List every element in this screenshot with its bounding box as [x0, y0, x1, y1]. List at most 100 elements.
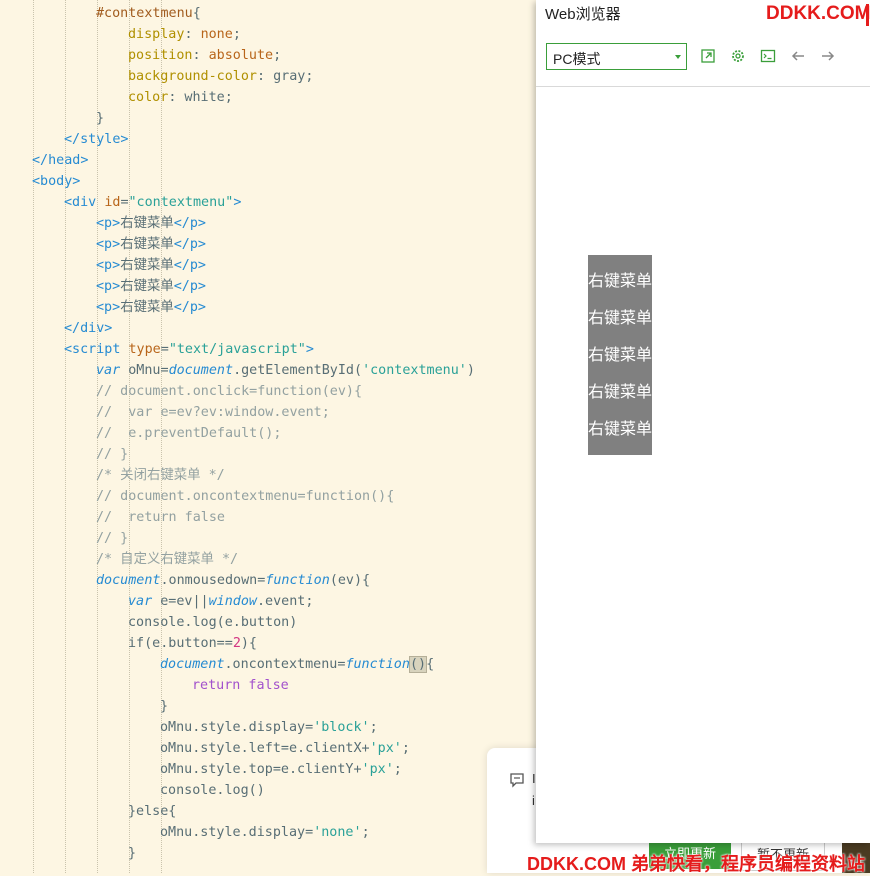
code-token: }else{ [128, 804, 177, 819]
code-line[interactable]: <div id="contextmenu"> [64, 192, 241, 213]
code-token: = [160, 342, 169, 357]
code-line[interactable]: <script type="text/javascript"> [64, 339, 314, 360]
code-token: e=ev|| [160, 594, 209, 609]
code-line[interactable]: display: none; [128, 24, 241, 45]
open-external-icon[interactable] [700, 48, 716, 64]
code-line[interactable]: } [160, 696, 168, 717]
code-token: id [104, 195, 121, 210]
mode-select[interactable]: PC模式 [546, 43, 687, 70]
code-token: // } [96, 447, 129, 462]
code-token: .event; [257, 594, 314, 609]
forward-arrow-icon[interactable] [820, 48, 836, 64]
code-line[interactable]: console.log() [160, 780, 265, 801]
code-token: ; [273, 48, 282, 63]
code-line[interactable]: </div> [64, 318, 112, 339]
code-token: > [233, 195, 242, 210]
code-token: } [96, 111, 105, 126]
code-token: ) [466, 363, 475, 378]
web-browser-panel: Web浏览器 PC模式 右键菜单 右键菜单 右键菜单 右键菜单 右键菜单 [536, 0, 870, 843]
code-token: window [208, 594, 257, 609]
settings-icon[interactable] [730, 48, 746, 64]
context-menu-item[interactable]: 右键菜单 [588, 309, 652, 329]
message-icon [510, 773, 524, 788]
code-token: absolute [208, 48, 274, 63]
code-line[interactable]: var e=ev||window.event; [128, 591, 313, 612]
code-token: document [96, 573, 161, 588]
code-token: color [128, 90, 169, 105]
code-editor[interactable]: #contextmenu{display: none; position: abs… [0, 0, 540, 873]
code-token: "contextmenu" [128, 195, 234, 210]
code-line[interactable]: var oMnu=document.getElementById('contex… [96, 360, 475, 381]
browser-viewport[interactable]: 右键菜单 右键菜单 右键菜单 右键菜单 右键菜单 [536, 87, 870, 843]
code-line[interactable]: oMnu.style.left=e.clientX+'px'; [160, 738, 410, 759]
code-line[interactable]: <p>右键菜单</p> [96, 255, 206, 276]
code-line[interactable]: <body> [32, 171, 80, 192]
code-token: <p> [96, 300, 121, 315]
console-icon[interactable] [760, 48, 776, 64]
code-line[interactable]: oMnu.style.display='block'; [160, 717, 378, 738]
code-line[interactable]: #contextmenu{ [96, 3, 201, 24]
code-token: > [305, 342, 314, 357]
code-token: </p> [173, 300, 206, 315]
code-token: <p> [96, 216, 121, 231]
context-menu-item[interactable]: 右键菜单 [588, 346, 652, 366]
code-line[interactable]: if(e.button==2){ [128, 633, 257, 654]
context-menu-item[interactable]: 右键菜单 [588, 272, 652, 292]
code-token: console.log(e.button) [128, 615, 298, 630]
context-menu-item[interactable]: 右键菜单 [588, 383, 652, 403]
code-line[interactable]: </style> [64, 129, 129, 150]
code-line[interactable]: /* 关闭右键菜单 */ [96, 465, 225, 486]
code-token: : white; [168, 90, 233, 105]
code-token: </p> [173, 216, 206, 231]
code-line[interactable]: // } [96, 528, 128, 549]
code-token: </head> [32, 153, 89, 168]
code-token: #contextmenu [96, 6, 193, 21]
code-token: </p> [173, 279, 206, 294]
code-token: : [184, 27, 201, 42]
code-token: none [200, 27, 233, 42]
code-token: "text/javascript" [168, 342, 306, 357]
code-token: position [128, 48, 193, 63]
code-token: 右键菜单 [120, 279, 174, 294]
context-menu: 右键菜单 右键菜单 右键菜单 右键菜单 右键菜单 [588, 255, 652, 455]
code-line[interactable]: background-color: gray; [128, 66, 313, 87]
code-line[interactable]: } [96, 108, 104, 129]
code-token: : gray; [257, 69, 314, 84]
code-line[interactable]: position: absolute; [128, 45, 281, 66]
code-line[interactable]: // var e=ev?ev:window.event; [96, 402, 330, 423]
context-menu-item[interactable]: 右键菜单 [588, 420, 652, 440]
code-line[interactable]: // document.oncontextmenu=function(){ [96, 486, 394, 507]
code-line[interactable]: // e.preventDefault(); [96, 423, 281, 444]
code-line[interactable]: oMnu.style.display='none'; [160, 822, 370, 843]
code-line[interactable]: oMnu.style.top=e.clientY+'px'; [160, 759, 402, 780]
code-line[interactable]: <p>右键菜单</p> [96, 213, 206, 234]
code-line[interactable]: }else{ [128, 801, 176, 822]
code-token: = [120, 195, 129, 210]
code-line[interactable]: // document.onclick=function(ev){ [96, 381, 362, 402]
code-line[interactable]: return false [192, 675, 289, 696]
code-line[interactable]: document.oncontextmenu=function(){ [160, 654, 434, 675]
code-line[interactable]: <p>右键菜单</p> [96, 297, 206, 318]
code-token: { [192, 6, 201, 21]
code-token: // document.onclick=function(ev){ [96, 384, 363, 399]
code-line[interactable]: </head> [32, 150, 88, 171]
code-line[interactable]: document.onmousedown=function(ev){ [96, 570, 370, 591]
code-token: document [160, 657, 225, 672]
code-line[interactable]: } [128, 843, 136, 864]
code-token: oMnu= [128, 363, 169, 378]
code-token: 'block' [313, 720, 370, 735]
code-line[interactable]: /* 自定义右键菜单 */ [96, 549, 238, 570]
back-arrow-icon[interactable] [790, 48, 806, 64]
code-token: 2 [232, 636, 241, 651]
code-token: 'px' [369, 741, 402, 756]
code-token: oMnu.style.left=e.clientX+ [160, 741, 370, 756]
code-token: // document.oncontextmenu=function(){ [96, 489, 395, 504]
code-token: : [192, 48, 209, 63]
code-line[interactable]: console.log(e.button) [128, 612, 297, 633]
code-line[interactable]: // return false [96, 507, 225, 528]
code-line[interactable]: <p>右键菜单</p> [96, 234, 206, 255]
code-line[interactable]: color: white; [128, 87, 233, 108]
code-token: document [168, 363, 234, 378]
code-line[interactable]: // } [96, 444, 128, 465]
code-line[interactable]: <p>右键菜单</p> [96, 276, 206, 297]
